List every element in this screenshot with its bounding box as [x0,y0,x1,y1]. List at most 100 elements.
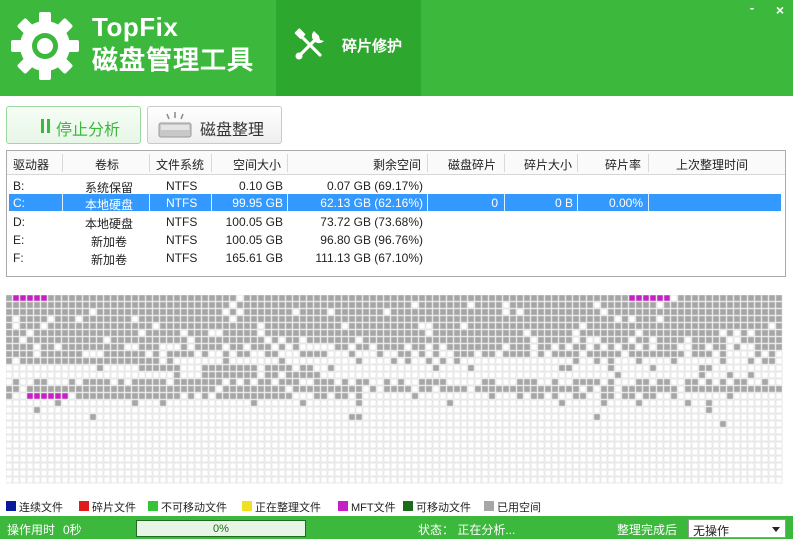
table-row-selected[interactable]: C: 本地硬盘 NTFS 99.95 GB 62.13 GB (62.16%) … [9,194,781,212]
cluster-block [719,406,727,414]
cluster-block [593,336,601,344]
cluster-block [82,364,90,372]
cluster-block [425,371,433,379]
cluster-block [488,476,496,484]
cluster-block [649,364,657,372]
cluster-block [19,350,27,358]
column-header-fragment-rate[interactable]: 碎片率 [605,156,641,173]
cluster-block [558,350,566,358]
cluster-block [47,336,55,344]
stop-analysis-button[interactable]: 停止分析 [6,106,141,144]
column-header-last-defrag[interactable]: 上次整理时间 [676,156,748,173]
cluster-block [579,469,587,477]
cluster-block [621,399,629,407]
cluster-block [180,455,188,463]
cluster-block [362,476,370,484]
cluster-block [194,322,202,330]
cluster-block [439,413,447,421]
cluster-block [558,315,566,323]
cluster-block [194,364,202,372]
cluster-block [201,364,209,372]
cluster-block [47,476,55,484]
cluster-block [292,462,300,470]
cluster-block [600,336,608,344]
table-row[interactable]: B: 系统保留 NTFS 0.10 GB 0.07 GB (69.17%) [9,177,781,195]
cluster-block [236,469,244,477]
cluster-block [159,301,167,309]
column-header-drive[interactable]: 驱动器 [13,156,49,173]
cluster-block [145,427,153,435]
cluster-block [565,364,573,372]
cluster-block [299,441,307,449]
cluster-block [691,336,699,344]
cluster-block [726,357,734,365]
cluster-block [194,406,202,414]
cluster-block [558,343,566,351]
cluster-block [292,357,300,365]
cluster-block [173,322,181,330]
cluster-block [621,462,629,470]
column-header-filesystem[interactable]: 文件系统 [156,156,204,173]
column-header-fragment-size[interactable]: 碎片大小 [524,156,572,173]
legend-swatch [403,501,413,511]
table-row[interactable]: E: 新加卷 NTFS 100.05 GB 96.80 GB (96.76%) [9,231,781,249]
cluster-block [656,448,664,456]
cluster-block [572,385,580,393]
cluster-block [89,406,97,414]
cluster-block [236,413,244,421]
after-done-select[interactable]: 无操作 [688,519,786,538]
cluster-block [89,455,97,463]
cluster-block [439,434,447,442]
cluster-block [75,392,83,400]
cluster-block [502,315,510,323]
column-header-fragments[interactable]: 磁盘碎片 [448,156,496,173]
cluster-block [509,295,517,302]
cluster-block [768,329,776,337]
cluster-block [306,406,314,414]
cluster-block [705,469,713,477]
tab-defrag-repair[interactable]: 碎片修护 [276,0,421,96]
cluster-block [47,378,55,386]
cluster-block [467,315,475,323]
cluster-block [215,469,223,477]
cluster-block [355,455,363,463]
column-header-free[interactable]: 剩余空间 [373,156,421,173]
cell-free: 111.13 GB (67.10%) [315,251,423,265]
cluster-block [285,315,293,323]
cluster-block [89,350,97,358]
cluster-block [607,385,615,393]
column-header-label[interactable]: 卷标 [95,156,119,173]
cluster-block [40,462,48,470]
cluster-block [425,322,433,330]
minimize-button[interactable]: - [744,1,760,16]
cluster-block [40,357,48,365]
cluster-block [173,427,181,435]
cluster-block [26,476,34,484]
cluster-block [607,406,615,414]
close-button[interactable]: × [772,2,788,18]
cluster-block [257,336,265,344]
cluster-block [369,364,377,372]
cluster-block [376,455,384,463]
cluster-block [12,315,20,323]
defrag-button[interactable]: 磁盘整理 [147,106,282,144]
cluster-block [187,420,195,428]
cluster-block [719,336,727,344]
cluster-block [621,329,629,337]
cluster-block [530,392,538,400]
cluster-block [306,357,314,365]
table-row[interactable]: F: 新加卷 NTFS 165.61 GB 111.13 GB (67.10%) [9,249,781,267]
cluster-block [684,427,692,435]
cluster-block [103,385,111,393]
cluster-block [229,385,237,393]
cluster-block [677,329,685,337]
cluster-block [551,406,559,414]
cluster-block [698,427,706,435]
column-header-size[interactable]: 空间大小 [233,156,281,173]
cluster-block [124,399,132,407]
cluster-block [628,420,636,428]
cluster-block [110,427,118,435]
cluster-block [390,448,398,456]
table-row[interactable]: D: 本地硬盘 NTFS 100.05 GB 73.72 GB (73.68%) [9,213,781,231]
cluster-block [117,427,125,435]
